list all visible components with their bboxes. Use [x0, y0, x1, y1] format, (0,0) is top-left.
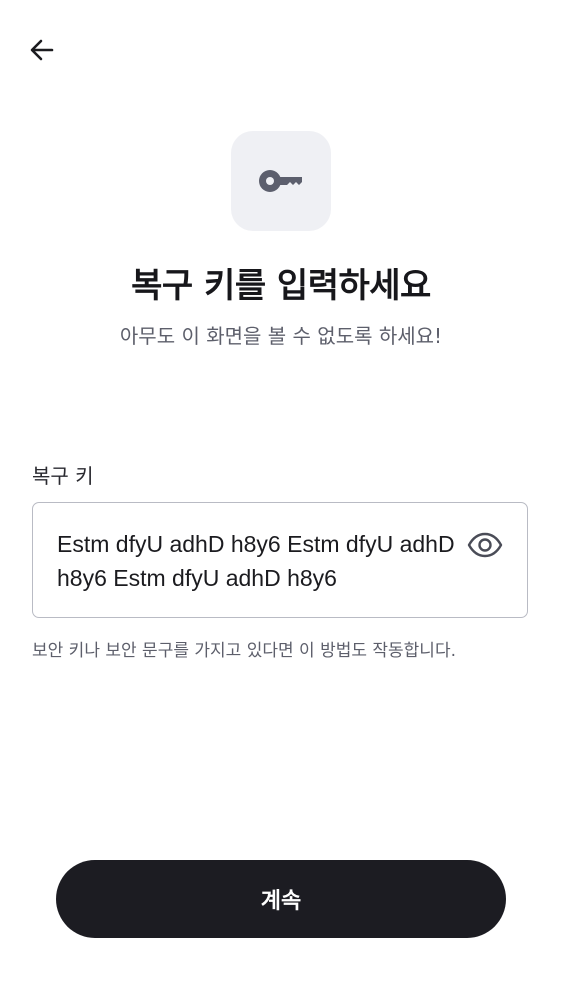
- key-icon-tile: [231, 131, 331, 231]
- continue-button[interactable]: 계속: [56, 860, 506, 938]
- eye-icon: [467, 532, 503, 558]
- recovery-key-input[interactable]: Estm dfyU adhD h8y6 Estm dfyU adhD h8y6 …: [32, 502, 528, 618]
- helper-text: 보안 키나 보안 문구를 가지고 있다면 이 방법도 작동합니다.: [32, 641, 456, 661]
- back-button[interactable]: [20, 30, 64, 70]
- recovery-key-label: 복구 키: [32, 464, 94, 488]
- arrow-left-icon: [30, 39, 54, 61]
- toggle-visibility-button[interactable]: [465, 527, 505, 563]
- page-subtitle: 아무도 이 화면을 볼 수 없도록 하세요!: [119, 324, 443, 348]
- key-icon: [259, 170, 302, 192]
- page-title: 복구 키를 입력하세요: [131, 266, 431, 306]
- recovery-key-value[interactable]: Estm dfyU adhD h8y6 Estm dfyU adhD h8y6 …: [57, 527, 457, 595]
- continue-button-label: 계속: [260, 889, 302, 914]
